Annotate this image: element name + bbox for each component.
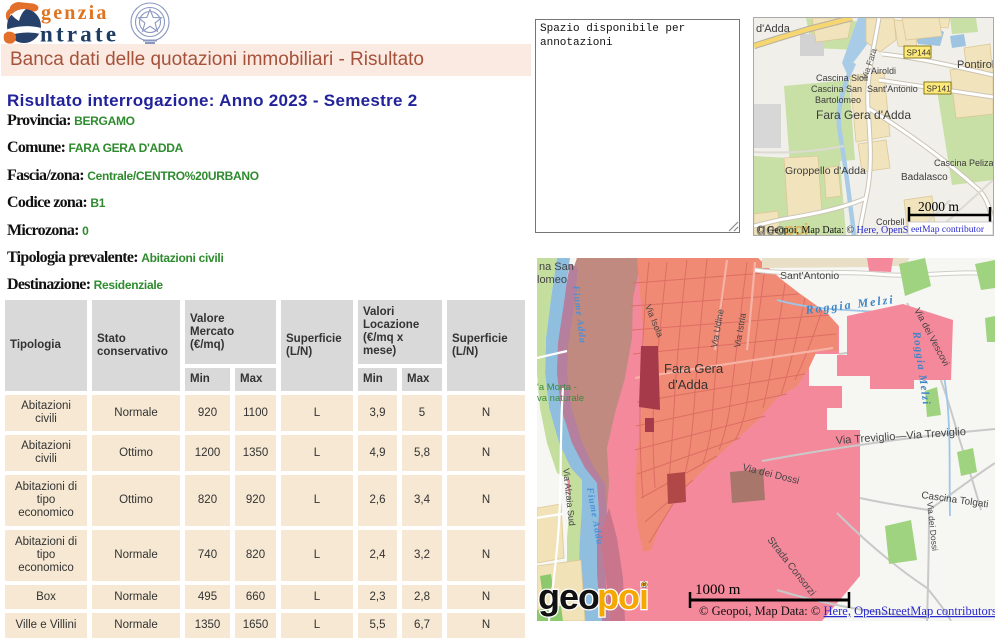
svg-text:va naturale: va naturale [537, 393, 584, 404]
svg-text:eetMap contributor: eetMap contributor [911, 225, 985, 235]
svg-text:Sant'Antonio: Sant'Antonio [867, 84, 918, 94]
svg-text:© Geopoi, Map Data: © Here, Op: © Geopoi, Map Data: © Here, OpenS [757, 225, 908, 235]
svg-text:geo: geo [538, 576, 599, 617]
svg-text:Airoldi: Airoldi [871, 66, 896, 76]
svg-text:Badalasco: Badalasco [901, 172, 948, 183]
svg-text:Fara Gera: Fara Gera [664, 361, 724, 376]
svg-text:lomeo: lomeo [537, 274, 567, 286]
svg-text:Cascina Peliza: Cascina Peliza [934, 158, 993, 168]
svg-text:SP141: SP141 [927, 85, 952, 94]
svg-text:SP144: SP144 [907, 49, 932, 58]
svg-text:d'Adda: d'Adda [756, 23, 791, 35]
svg-text:Fara Gera d'Adda: Fara Gera d'Adda [816, 108, 911, 122]
svg-text:Cascina San: Cascina San [811, 84, 862, 94]
svg-text:ntrate: ntrate [40, 22, 119, 47]
svg-text:d'Adda: d'Adda [668, 377, 709, 392]
svg-text:2000 m: 2000 m [918, 199, 959, 214]
svg-text:®: ® [641, 580, 648, 590]
svg-text:Groppello d'Adda: Groppello d'Adda [785, 165, 866, 177]
svg-text:Pontirolo: Pontirolo [957, 59, 993, 71]
svg-text:Sant'Antonio: Sant'Antonio [780, 270, 839, 282]
svg-text:'a Morta -: 'a Morta - [537, 382, 577, 393]
svg-text:1000 m: 1000 m [695, 582, 741, 598]
svg-text:© Geopoi, Map Data: © Here, Op: © Geopoi, Map Data: © Here, OpenStreetMa… [699, 604, 995, 618]
svg-text:Bartolomeo: Bartolomeo [815, 95, 861, 105]
svg-text:na San: na San [539, 261, 574, 273]
